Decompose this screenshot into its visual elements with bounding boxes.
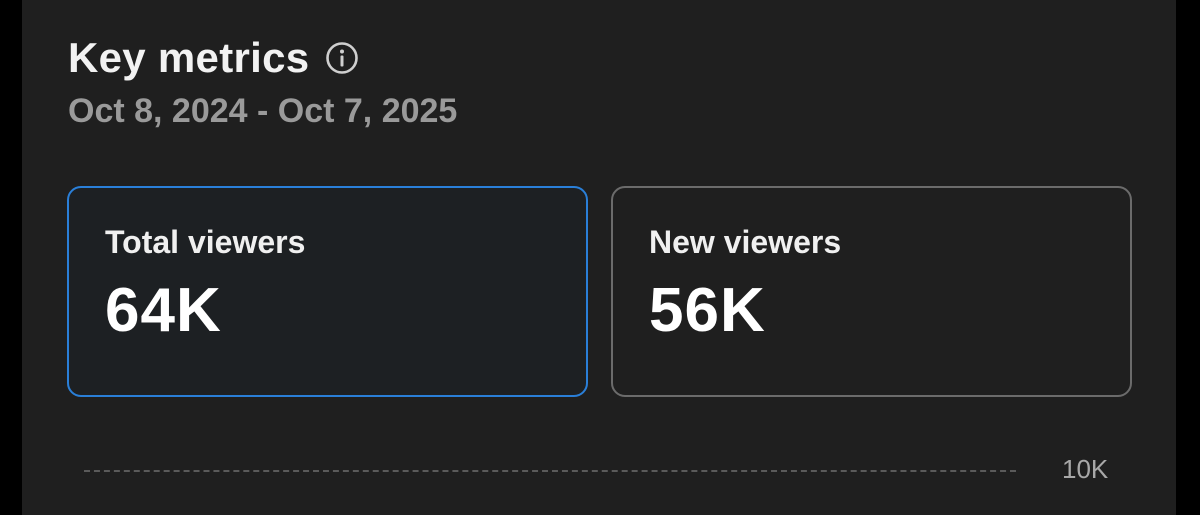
chart-y-tick-label: 10K	[1062, 454, 1109, 484]
info-icon[interactable]	[325, 41, 359, 75]
metric-card-total-viewers[interactable]: Total viewers 64K	[67, 186, 588, 397]
metric-card-value: 56K	[649, 276, 766, 345]
chart-gridline	[84, 470, 1016, 472]
metric-card-new-viewers[interactable]: New viewers 56K	[611, 186, 1132, 397]
title-row: Key metrics	[68, 30, 359, 86]
metric-card-label: Total viewers	[105, 224, 306, 260]
metric-card-label: New viewers	[649, 224, 842, 260]
date-range: Oct 8, 2024 - Oct 7, 2025	[68, 92, 458, 130]
panel-title: Key metrics	[68, 34, 310, 81]
metric-card-value: 64K	[105, 276, 222, 345]
key-metrics-panel: Key metrics Oct 8, 2024 - Oct 7, 2025 To…	[22, 0, 1176, 515]
